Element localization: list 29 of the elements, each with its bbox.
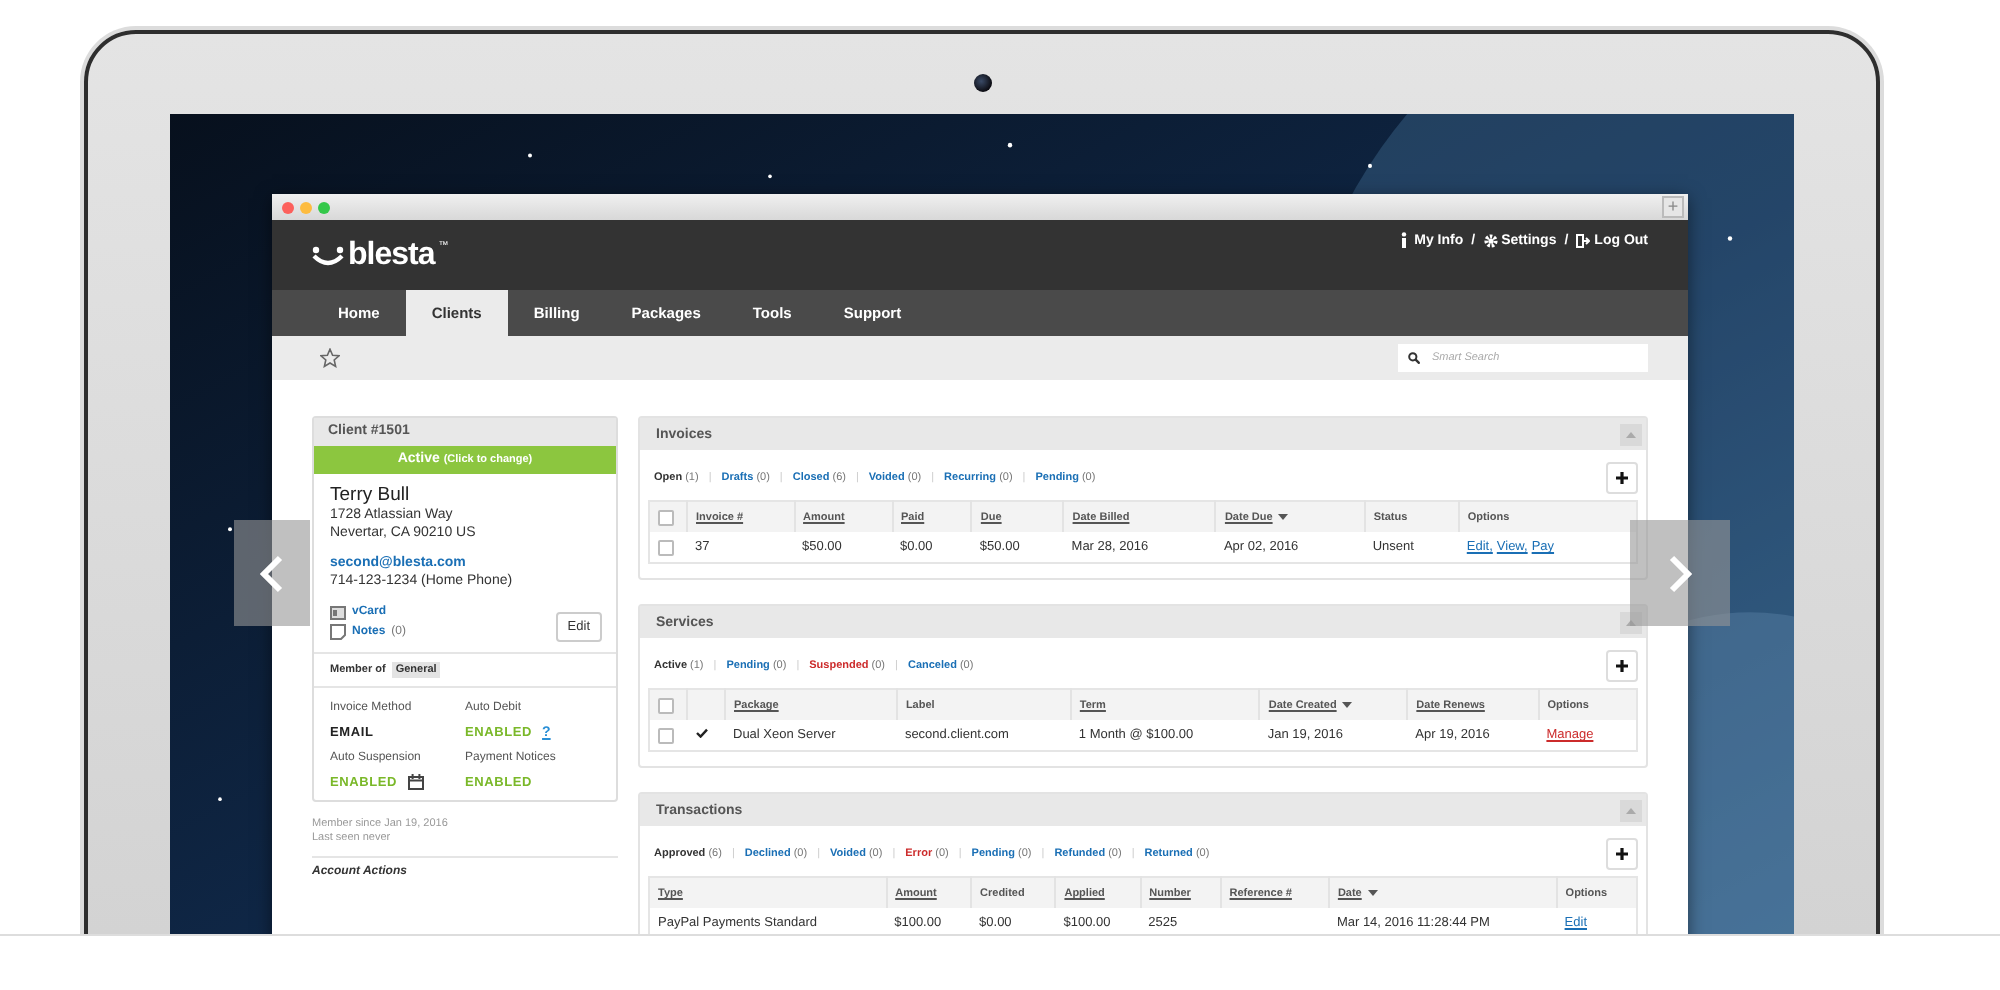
checkbox[interactable] xyxy=(658,539,674,555)
camera-icon xyxy=(973,74,991,92)
check-icon xyxy=(695,728,707,738)
caret-up-icon xyxy=(1626,807,1636,813)
client-name: Terry Bull xyxy=(330,484,412,506)
caret-up-icon xyxy=(1626,619,1636,625)
plus-icon xyxy=(1616,660,1628,672)
collapse-button[interactable] xyxy=(1620,423,1642,445)
previous-slide-button[interactable] xyxy=(234,520,310,626)
plus-icon xyxy=(1616,848,1628,860)
add-button[interactable] xyxy=(1606,462,1638,494)
calendar-icon xyxy=(407,774,424,790)
plus-icon xyxy=(1616,472,1628,484)
checkbox[interactable] xyxy=(658,727,674,743)
next-slide-button[interactable] xyxy=(1630,520,1730,626)
logo-text: blesta xyxy=(348,240,435,272)
star-icon xyxy=(320,348,340,368)
smile-logo-icon xyxy=(312,246,344,266)
add-button[interactable] xyxy=(1606,650,1638,682)
sort-caret-icon xyxy=(1367,889,1378,896)
add-button[interactable] xyxy=(1606,838,1638,870)
search-icon xyxy=(1408,352,1420,364)
collapse-button[interactable] xyxy=(1620,611,1642,633)
collapse-button[interactable] xyxy=(1620,799,1642,821)
caret-up-icon xyxy=(1626,431,1636,437)
sort-caret-icon xyxy=(1342,701,1353,708)
sort-caret-icon xyxy=(1278,513,1289,520)
checkbox[interactable] xyxy=(658,697,674,713)
checkbox[interactable] xyxy=(658,509,674,525)
